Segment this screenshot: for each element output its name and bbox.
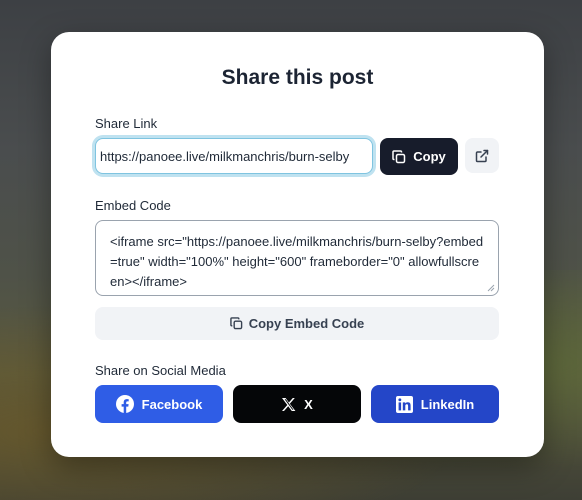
share-link-input[interactable]: https://panoee.live/milkmanchris/burn-se… — [95, 138, 373, 174]
copy-link-button[interactable]: Copy — [380, 138, 458, 175]
copy-embed-code-button[interactable]: Copy Embed Code — [95, 307, 499, 340]
open-link-button[interactable] — [465, 138, 499, 173]
embed-code-textarea[interactable]: <iframe src="https://panoee.live/milkman… — [95, 220, 499, 296]
external-link-icon — [475, 149, 489, 163]
copy-icon — [229, 317, 243, 330]
share-link-label: Share Link — [95, 116, 158, 131]
share-x-button[interactable]: X — [233, 385, 361, 423]
share-modal: Share this post Share Link https://panoe… — [51, 32, 544, 457]
copy-link-label: Copy — [413, 149, 446, 164]
x-icon — [281, 397, 296, 412]
linkedin-label: LinkedIn — [420, 396, 475, 412]
facebook-icon — [115, 395, 134, 413]
share-link-value: https://panoee.live/milkmanchris/burn-se… — [100, 148, 350, 164]
social-media-label: Share on Social Media — [95, 363, 226, 378]
facebook-label: Facebook — [141, 396, 203, 412]
copy-icon — [392, 149, 406, 164]
modal-title: Share this post — [221, 66, 374, 89]
share-facebook-button[interactable]: Facebook — [95, 385, 223, 423]
resize-grip-icon[interactable] — [487, 284, 495, 292]
embed-code-label: Embed Code — [95, 198, 171, 213]
embed-code-value: <iframe src="https://panoee.live/milkman… — [110, 234, 484, 289]
linkedin-icon — [395, 395, 413, 413]
share-linkedin-button[interactable]: LinkedIn — [371, 385, 499, 423]
x-label: X — [304, 396, 313, 412]
copy-embed-code-label: Copy Embed Code — [248, 316, 365, 331]
